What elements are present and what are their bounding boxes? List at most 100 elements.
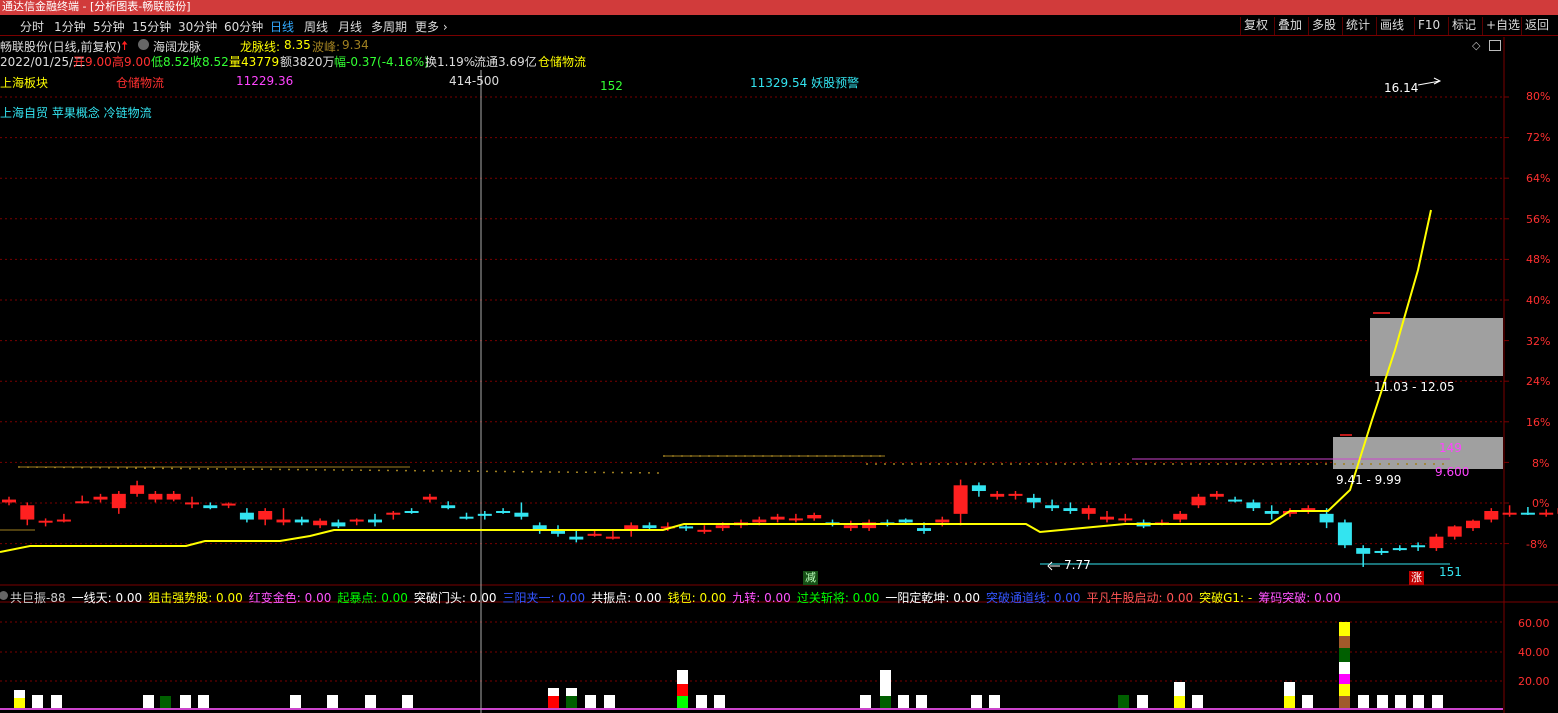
candle-body	[422, 496, 437, 500]
candle-body	[587, 533, 602, 536]
signal-bar	[51, 695, 62, 708]
quote-low: 低8.52	[151, 55, 190, 69]
signal-bar-segment	[880, 696, 891, 708]
low-price-label: 7.77	[1064, 558, 1091, 572]
candle-body	[276, 519, 291, 523]
kline-chart[interactable]	[0, 0, 1558, 713]
candle-body	[111, 493, 126, 509]
candle-body	[75, 501, 90, 504]
zhang-signal-badge: 涨	[1409, 571, 1424, 585]
signal-bar-segment	[1339, 674, 1350, 684]
box-value-2: 9.600	[1435, 465, 1470, 479]
candle-body	[368, 519, 382, 523]
signal-bar	[714, 695, 725, 708]
signal-bar-segment	[566, 696, 577, 708]
y-axis-label: 80%	[1526, 90, 1551, 103]
candle-body	[404, 510, 419, 513]
candle-body	[221, 503, 236, 506]
signal-bar	[1395, 695, 1406, 708]
bofeng-value: 9.34	[342, 38, 369, 52]
box-upper-label: 11.03 - 12.05	[1374, 380, 1455, 394]
industry-sector: 仓储物流	[116, 76, 165, 90]
candle-body	[313, 520, 328, 526]
signal-bar-segment	[160, 696, 171, 708]
quote-high: 高9.00	[112, 55, 151, 69]
signal-bar-segment	[566, 688, 577, 696]
sector-index: 11229.36	[236, 74, 294, 88]
candle-body	[185, 502, 199, 505]
signal-bar-segment	[1284, 696, 1295, 708]
candle-body	[788, 518, 803, 521]
candle-body	[1246, 502, 1261, 509]
candle-body	[1520, 512, 1535, 515]
candle-body	[1063, 508, 1078, 511]
lower-axis-label: 60.00	[1518, 617, 1550, 630]
candle-body	[990, 493, 1005, 497]
candle-body	[770, 516, 785, 520]
lower-axis-label: 40.00	[1518, 646, 1550, 659]
settings-circle-icon[interactable]	[0, 591, 8, 600]
signal-bar-segment	[880, 670, 891, 696]
indicator-legend: 共巨振-88 一线天: 0.00 狙击强势股: 0.00 红变金色: 0.00 起暴点:…	[0, 589, 1347, 606]
signal-bar	[898, 695, 909, 708]
indicator-item: 突破G1: -	[1199, 591, 1253, 605]
candle-body	[1264, 510, 1279, 514]
signal-bar	[1192, 695, 1203, 708]
indicator-item: 狙击强势股: 0.00	[148, 591, 243, 605]
candle-body	[56, 519, 71, 522]
signal-bar-segment	[1339, 684, 1350, 696]
candle-body	[166, 493, 181, 500]
region-sector: 上海板块	[0, 76, 49, 90]
candle-body	[569, 536, 584, 540]
rank-value: 152	[600, 79, 623, 93]
lower-axis-label: 20.00	[1518, 675, 1550, 688]
candle-body	[605, 536, 620, 539]
box-value-1: 149	[1439, 441, 1462, 455]
signal-bar-segment	[548, 688, 559, 696]
indicator-item: 平凡牛股启动: 0.00	[1086, 591, 1194, 605]
candle-body	[477, 513, 492, 516]
candle-body	[1447, 526, 1462, 537]
candle-body	[514, 512, 529, 517]
candle-body	[441, 505, 456, 509]
candle-body	[1374, 550, 1389, 553]
candle-body	[1484, 510, 1499, 520]
candle-body	[752, 519, 767, 523]
quote-close: 收8.52	[190, 55, 229, 69]
quote-amount: 额3820万	[280, 55, 335, 69]
bottom-value-label: 151	[1439, 565, 1462, 579]
candle-body	[258, 510, 273, 520]
y-axis-label: 32%	[1526, 335, 1551, 348]
signal-bar-segment	[677, 670, 688, 684]
candle-body	[1100, 516, 1114, 520]
signal-bar-segment	[14, 690, 25, 698]
candle-body	[1191, 496, 1206, 506]
candle-body	[1228, 499, 1243, 502]
candle-body	[551, 530, 565, 534]
signal-bar	[1118, 695, 1129, 708]
settings-circle-icon[interactable]	[138, 39, 149, 50]
indicator-item: 九转: 0.00	[732, 591, 791, 605]
candle-body	[148, 493, 163, 500]
candle-body	[1209, 493, 1224, 497]
diamond-icon[interactable]: ◇	[1472, 39, 1480, 52]
signal-bar-segment	[1284, 682, 1295, 696]
signal-bar	[402, 695, 413, 708]
candle-body	[38, 520, 53, 523]
signal-bar	[365, 695, 376, 708]
signal-bar	[1377, 695, 1388, 708]
quote-change: 幅-0.37(-4.16%)	[334, 55, 429, 69]
signal-bar-segment	[1339, 696, 1350, 708]
signal-bar	[1432, 695, 1443, 708]
candle-body	[1392, 548, 1407, 551]
signal-bar	[1413, 695, 1424, 708]
candle-body	[953, 485, 968, 514]
indicator-item: 起暴点: 0.00	[337, 591, 408, 605]
signal-bar	[916, 695, 927, 708]
candle-body	[917, 528, 931, 531]
candle-body	[1118, 518, 1133, 521]
y-axis-label: 64%	[1526, 172, 1551, 185]
candle-body	[130, 485, 145, 494]
window-restore-icon[interactable]	[1489, 40, 1501, 51]
rank-range: 414-500	[449, 74, 500, 88]
